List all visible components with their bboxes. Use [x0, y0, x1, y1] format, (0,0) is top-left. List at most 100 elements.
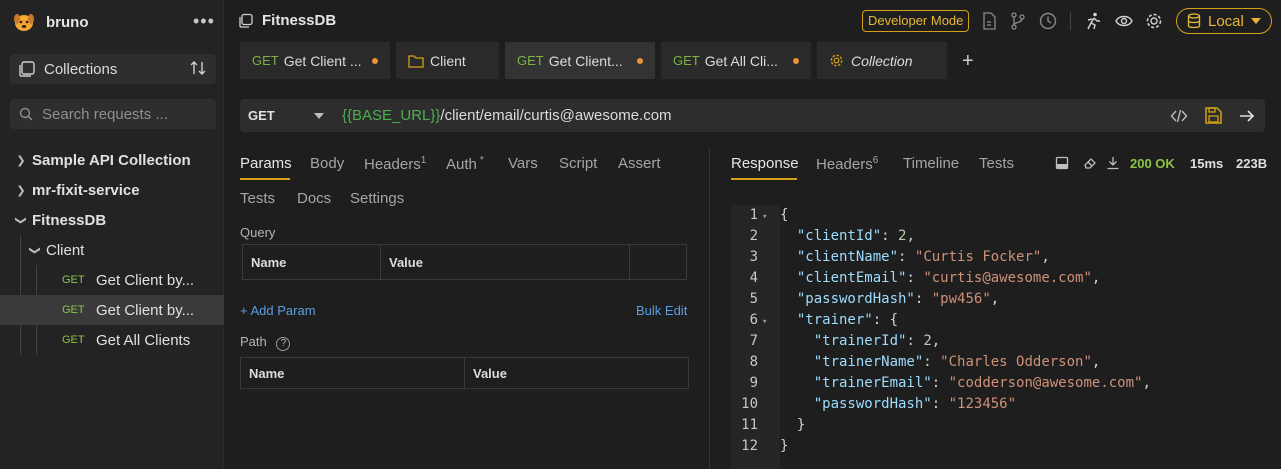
more-options-button[interactable]: ••• — [193, 11, 215, 31]
search-requests-input[interactable]: Search requests ... — [10, 99, 216, 129]
fold-toggle-icon[interactable]: ▾ — [758, 312, 780, 333]
chevron-down-icon: ❯ — [14, 215, 27, 225]
help-icon[interactable]: ? — [276, 337, 291, 351]
add-param-button[interactable]: + Add Param — [240, 303, 316, 318]
layout-toggle-icon[interactable] — [1055, 156, 1069, 170]
tree-item-label: Sample API Collection — [32, 151, 191, 169]
tree-item-request-active[interactable]: GET Get Client by... — [0, 295, 224, 325]
git-branch-icon[interactable] — [1008, 11, 1028, 31]
send-arrow-icon[interactable] — [1238, 107, 1256, 125]
tree-item-fitnessdb[interactable]: ❯ FitnessDB — [0, 205, 224, 235]
bulk-edit-link[interactable]: Bulk Edit — [636, 303, 687, 318]
eraser-clear-icon[interactable] — [1083, 156, 1097, 170]
tab-script[interactable]: Script — [559, 155, 597, 172]
request-tab[interactable]: GET Get All Cli... — [661, 42, 811, 79]
code-line: 8 "trainerName": "Charles Odderson", — [730, 352, 1265, 373]
file-icon[interactable] — [979, 11, 999, 31]
unsaved-dot — [793, 58, 799, 64]
save-icon[interactable] — [1204, 106, 1223, 125]
fold-toggle-icon[interactable]: ▾ — [758, 207, 780, 228]
tab-label: Client — [430, 52, 466, 69]
url-input[interactable]: {{BASE_URL}}/client/email/curtis@awesome… — [342, 107, 672, 124]
tab-params[interactable]: Params — [240, 155, 292, 172]
request-tab-active[interactable]: GET Get Client... — [505, 42, 655, 79]
pane-divider[interactable] — [709, 148, 710, 469]
tab-auth-label: Auth — [446, 156, 477, 173]
tree-item-sample-api-collection[interactable]: ❯ Sample API Collection — [0, 145, 224, 175]
chevron-down-icon: ❯ — [28, 245, 41, 255]
code-line: 2 "clientId": 2, — [730, 226, 1265, 247]
chevron-down-icon[interactable] — [314, 113, 324, 119]
runner-icon[interactable] — [1083, 11, 1103, 31]
collection-title[interactable]: FitnessDB — [238, 12, 336, 29]
tab-body[interactable]: Body — [310, 155, 344, 172]
search-icon — [19, 107, 33, 121]
eye-icon[interactable] — [1114, 11, 1134, 31]
headers-count: 1 — [420, 155, 427, 166]
top-bar: FitnessDB Developer Mode Local — [224, 0, 1281, 42]
tree-item-request[interactable]: GET Get Client by... — [0, 265, 224, 295]
collections-button[interactable]: Collections — [10, 54, 216, 84]
environment-selector[interactable]: Local — [1176, 8, 1272, 34]
gear-icon — [830, 54, 843, 67]
tab-tests[interactable]: Tests — [240, 190, 275, 207]
code-text: "passwordHash": "123456" — [813, 396, 1017, 412]
request-method: GET — [62, 334, 85, 346]
tree-item-mr-fixit-service[interactable]: ❯ mr-fixit-service — [0, 175, 224, 205]
tab-assert[interactable]: Assert — [618, 155, 661, 172]
tab-response-tests[interactable]: Tests — [979, 155, 1014, 172]
query-col-value: Value — [381, 245, 630, 279]
code-text: "clientId": 2, — [796, 228, 915, 244]
response-body-viewer[interactable]: 1 ▾{2 "clientId": 2, 3 "clientName": "Curt… — [730, 205, 1265, 469]
code-line: 4 "clientEmail": "curtis@awesome.com", — [730, 268, 1265, 289]
tab-vars[interactable]: Vars — [508, 155, 538, 172]
tab-docs[interactable]: Docs — [297, 190, 331, 207]
new-tab-plus-icon[interactable]: + — [962, 50, 974, 73]
collection-settings-tab[interactable]: Collection — [817, 42, 947, 79]
status-badge: 200 OK — [1130, 156, 1175, 171]
code-line: 1 ▾{ — [730, 205, 1265, 226]
tree-item-request[interactable]: GET Get All Clients — [0, 325, 224, 355]
download-icon[interactable] — [1106, 156, 1120, 170]
environment-label: Local — [1208, 12, 1244, 30]
search-placeholder: Search requests ... — [42, 105, 168, 123]
tree-item-label: FitnessDB — [32, 211, 107, 229]
request-tab[interactable]: GET Get Client ... — [240, 42, 390, 79]
code-text: "trainerEmail": "codderson@awesome.com", — [813, 375, 1151, 391]
tab-headers-label: Headers — [364, 156, 421, 173]
gear-icon[interactable] — [1144, 11, 1164, 31]
line-number: 3 — [749, 249, 758, 265]
method-select[interactable]: GET — [248, 108, 275, 123]
folder-tab-client[interactable]: Client — [396, 42, 499, 79]
sort-icon[interactable] — [190, 60, 206, 76]
tab-headers[interactable]: Headers1 — [364, 155, 426, 173]
history-clock-icon[interactable] — [1038, 11, 1058, 31]
path-col-value: Value — [473, 365, 507, 381]
line-number: 5 — [749, 291, 758, 307]
tree-item-client-folder[interactable]: ❯ Client — [0, 235, 224, 265]
tab-response-headers[interactable]: Headers6 — [816, 155, 878, 173]
line-number: 9 — [749, 375, 758, 391]
code-text: } — [796, 417, 806, 433]
code-text: "trainerId": 2, — [813, 333, 941, 349]
code-generate-icon[interactable] — [1170, 107, 1188, 125]
code-line: 6 ▾ "trainer": { — [730, 310, 1265, 331]
query-params-table: Name Value — [242, 244, 687, 280]
line-number: 8 — [749, 354, 758, 370]
code-line: 10 "passwordHash": "123456" — [730, 394, 1265, 415]
tab-label: Collection — [851, 52, 913, 69]
line-number: 1 — [749, 207, 758, 223]
tab-auth[interactable]: Auth * — [446, 155, 484, 173]
code-text: } — [780, 438, 789, 454]
tab-settings[interactable]: Settings — [350, 190, 404, 207]
developer-mode-badge[interactable]: Developer Mode — [862, 10, 970, 32]
tab-response[interactable]: Response — [731, 155, 799, 172]
chevron-down-icon — [1251, 18, 1261, 24]
tab-timeline[interactable]: Timeline — [903, 155, 959, 172]
tree-item-label: Get Client by... — [96, 271, 195, 289]
code-line: 12} — [730, 436, 1265, 457]
tab-method: GET — [673, 53, 700, 68]
bruno-logo-icon — [14, 14, 34, 31]
code-text: "trainer": { — [796, 312, 899, 328]
collections-icon — [19, 61, 35, 77]
